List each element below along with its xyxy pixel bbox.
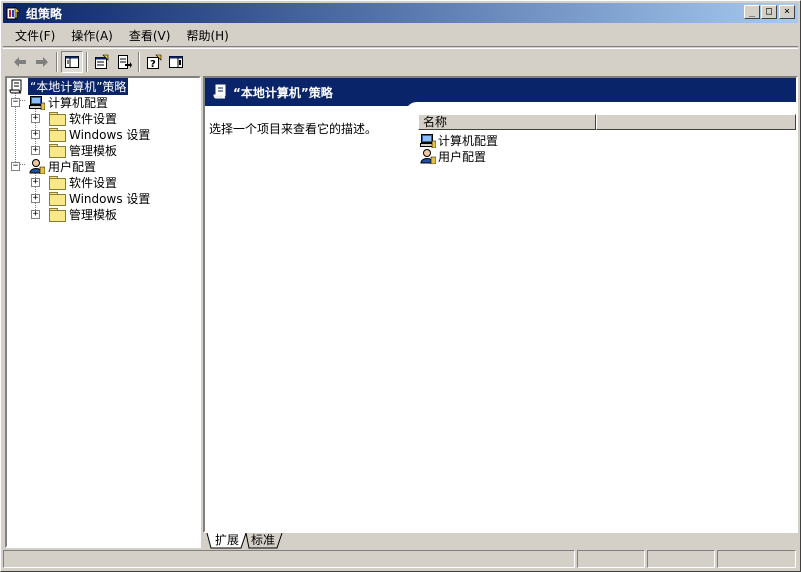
- help-button[interactable]: ?: [143, 51, 165, 73]
- properties-button[interactable]: [91, 51, 113, 73]
- tree-item-computer-software[interactable]: 软件设置: [49, 110, 117, 126]
- folder-icon: [49, 207, 66, 222]
- forward-arrow-icon: [36, 56, 48, 67]
- show-hide-action-pane-icon: [169, 55, 183, 68]
- menu-file[interactable]: 文件(F): [7, 27, 63, 45]
- maximize-icon: □: [765, 6, 773, 17]
- list-item-user-config[interactable]: 用户配置: [420, 148, 486, 164]
- export-list-button[interactable]: [113, 51, 135, 73]
- properties-icon: [95, 54, 109, 69]
- close-icon: ×: [783, 6, 791, 17]
- maximize-button[interactable]: □: [761, 5, 777, 19]
- header-curve: [405, 102, 796, 114]
- tree-item-label: Windows 设置: [69, 191, 151, 206]
- status-bar: [3, 550, 798, 570]
- user-icon: [420, 149, 436, 164]
- folder-icon: [49, 111, 66, 126]
- folder-icon: [49, 127, 66, 142]
- close-button[interactable]: ×: [779, 5, 795, 19]
- tree-item-label: “本地计算机”策略: [26, 78, 130, 96]
- tree-item-computer-config[interactable]: 计算机配置: [29, 94, 108, 110]
- minimize-button[interactable]: _: [744, 5, 760, 19]
- computer-icon: [420, 134, 436, 148]
- help-icon: ?: [147, 54, 162, 70]
- menu-view[interactable]: 查看(V): [121, 27, 179, 45]
- tree-item-label: Windows 设置: [69, 127, 151, 142]
- status-panel-3: [647, 550, 715, 568]
- item-description: 选择一个项目来查看它的描述。: [209, 122, 378, 136]
- console-tree[interactable]: “本地计算机”策略 − 计算机配置 + 软件设置 + Windows 设置 + …: [5, 76, 201, 548]
- export-list-icon: [118, 54, 132, 69]
- tree-item-computer-windows[interactable]: Windows 设置: [49, 126, 150, 142]
- expand-toggle[interactable]: +: [31, 178, 40, 187]
- tree-item-label: 计算机配置: [48, 95, 109, 110]
- folder-icon: [49, 143, 66, 158]
- status-panel-2: [577, 550, 645, 568]
- window-controls: _ □ ×: [743, 5, 795, 19]
- menu-bar: 文件(F) 操作(A) 查看(V) 帮助(H): [3, 25, 798, 47]
- status-panel-4: [717, 550, 796, 568]
- list-item-label: 用户配置: [438, 149, 487, 164]
- folder-icon: [49, 191, 66, 206]
- tab-extended[interactable]: 扩展: [209, 533, 245, 549]
- list-item-computer-config[interactable]: 计算机配置: [420, 132, 498, 148]
- expand-toggle[interactable]: +: [31, 194, 40, 203]
- minimize-icon: _: [748, 6, 756, 17]
- toolbar-separator: [138, 51, 140, 72]
- toolbar-separator: [86, 51, 88, 72]
- list-column-headers: 名称: [418, 114, 796, 130]
- show-hide-tree-icon: [65, 55, 79, 68]
- policy-scroll-icon: [9, 79, 22, 94]
- tree-item-user-windows[interactable]: Windows 设置: [49, 190, 150, 206]
- details-pane[interactable]: “本地计算机”策略 选择一个项目来查看它的描述。 名称 计算机配置 用户配置: [203, 76, 798, 533]
- tree-item-label: 软件设置: [69, 111, 118, 126]
- policy-scroll-icon: [213, 83, 229, 102]
- tree-item-root[interactable]: “本地计算机”策略: [9, 78, 130, 96]
- toolbar-separator: [56, 51, 58, 72]
- collapse-toggle[interactable]: −: [11, 98, 20, 107]
- status-panel-main: [3, 550, 575, 568]
- expand-toggle[interactable]: +: [31, 146, 40, 155]
- menu-help[interactable]: 帮助(H): [178, 27, 236, 45]
- tree-item-user-templates[interactable]: 管理模板: [49, 206, 117, 222]
- view-tabs: 扩展 标准: [203, 533, 798, 549]
- folder-icon: [49, 175, 66, 190]
- expand-toggle[interactable]: +: [31, 130, 40, 139]
- svg-text:?: ?: [150, 59, 156, 70]
- tab-standard[interactable]: 标准: [245, 533, 281, 549]
- tree-item-label: 软件设置: [69, 175, 118, 190]
- back-arrow-icon: [14, 56, 26, 67]
- user-icon: [29, 159, 45, 174]
- collapse-toggle[interactable]: −: [11, 162, 20, 171]
- show-hide-action-pane-button[interactable]: [165, 51, 187, 73]
- title-bar[interactable]: 组策略 _ □ ×: [3, 3, 798, 23]
- list-item-label: 计算机配置: [438, 133, 499, 148]
- details-title: “本地计算机”策略: [233, 86, 333, 100]
- computer-icon: [29, 96, 45, 110]
- expand-toggle[interactable]: +: [31, 114, 40, 123]
- tree-item-user-config[interactable]: 用户配置: [29, 158, 96, 174]
- column-header-empty[interactable]: [596, 114, 796, 130]
- tree-item-user-software[interactable]: 软件设置: [49, 174, 117, 190]
- expand-toggle[interactable]: +: [31, 210, 40, 219]
- tree-item-label: 管理模板: [69, 143, 118, 158]
- toolbar: ?: [3, 48, 798, 74]
- tree-item-computer-templates[interactable]: 管理模板: [49, 142, 117, 158]
- group-policy-app-icon: [6, 5, 22, 21]
- tree-item-label: 用户配置: [48, 159, 97, 174]
- window-title: 组策略: [26, 6, 63, 21]
- tree-item-label: 管理模板: [69, 207, 118, 222]
- menu-action[interactable]: 操作(A): [63, 27, 121, 45]
- back-button[interactable]: [9, 51, 31, 73]
- forward-button[interactable]: [31, 51, 53, 73]
- show-hide-tree-button[interactable]: [61, 50, 83, 73]
- column-header-name[interactable]: 名称: [418, 114, 596, 130]
- group-policy-window: 组策略 _ □ × 文件(F) 操作(A) 查看(V) 帮助(H) ? “本地计…: [0, 0, 801, 572]
